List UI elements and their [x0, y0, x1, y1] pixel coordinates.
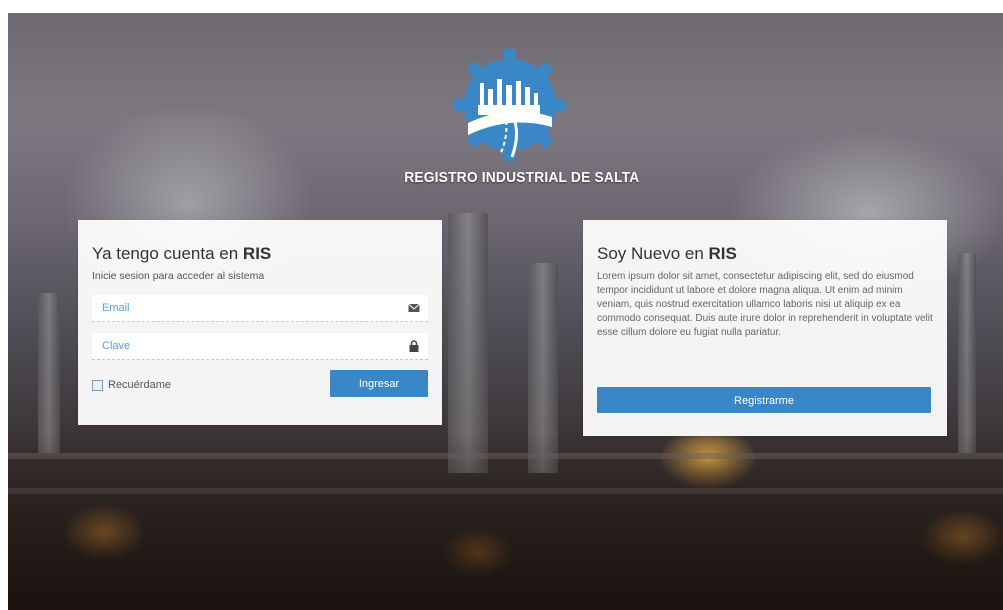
- register-title-brand: RIS: [708, 244, 737, 263]
- password-input[interactable]: [92, 333, 402, 359]
- login-panel: Ya tengo cuenta en RIS Inicie sesion par…: [78, 220, 442, 425]
- factory-gear-icon: [454, 49, 566, 161]
- remember-me-checkbox[interactable]: Recuérdame: [92, 379, 171, 391]
- register-title: Soy Nuevo en RIS: [597, 244, 737, 264]
- login-title: Ya tengo cuenta en RIS: [92, 244, 271, 264]
- register-description: Lorem ipsum dolor sit amet, consectetur …: [597, 271, 933, 338]
- password-field[interactable]: [92, 333, 428, 360]
- envelope-icon: [408, 303, 420, 312]
- login-title-prefix: Ya tengo cuenta en: [92, 244, 243, 263]
- background-haze: [8, 433, 1003, 610]
- login-button[interactable]: Ingresar: [330, 370, 428, 397]
- register-title-prefix: Soy Nuevo en: [597, 244, 709, 263]
- register-panel: Soy Nuevo en RIS Lorem ipsum dolor sit a…: [583, 220, 947, 436]
- email-field[interactable]: [92, 295, 428, 322]
- background-tower: [958, 253, 976, 453]
- logo-title: REGISTRO INDUSTRIAL DE SALTA: [404, 169, 640, 186]
- background-tower: [38, 293, 60, 453]
- lock-icon: [409, 340, 419, 352]
- email-input[interactable]: [92, 295, 402, 321]
- login-subtitle: Inicie sesion para acceder al sistema: [92, 270, 265, 282]
- remember-me-label: Recuérdame: [108, 379, 171, 391]
- checkbox-box[interactable]: [92, 379, 103, 391]
- register-button[interactable]: Registrarme: [597, 387, 931, 413]
- site-logo: REGISTRO INDUSTRIAL DE SALTA: [395, 45, 640, 186]
- login-title-brand: RIS: [242, 244, 272, 263]
